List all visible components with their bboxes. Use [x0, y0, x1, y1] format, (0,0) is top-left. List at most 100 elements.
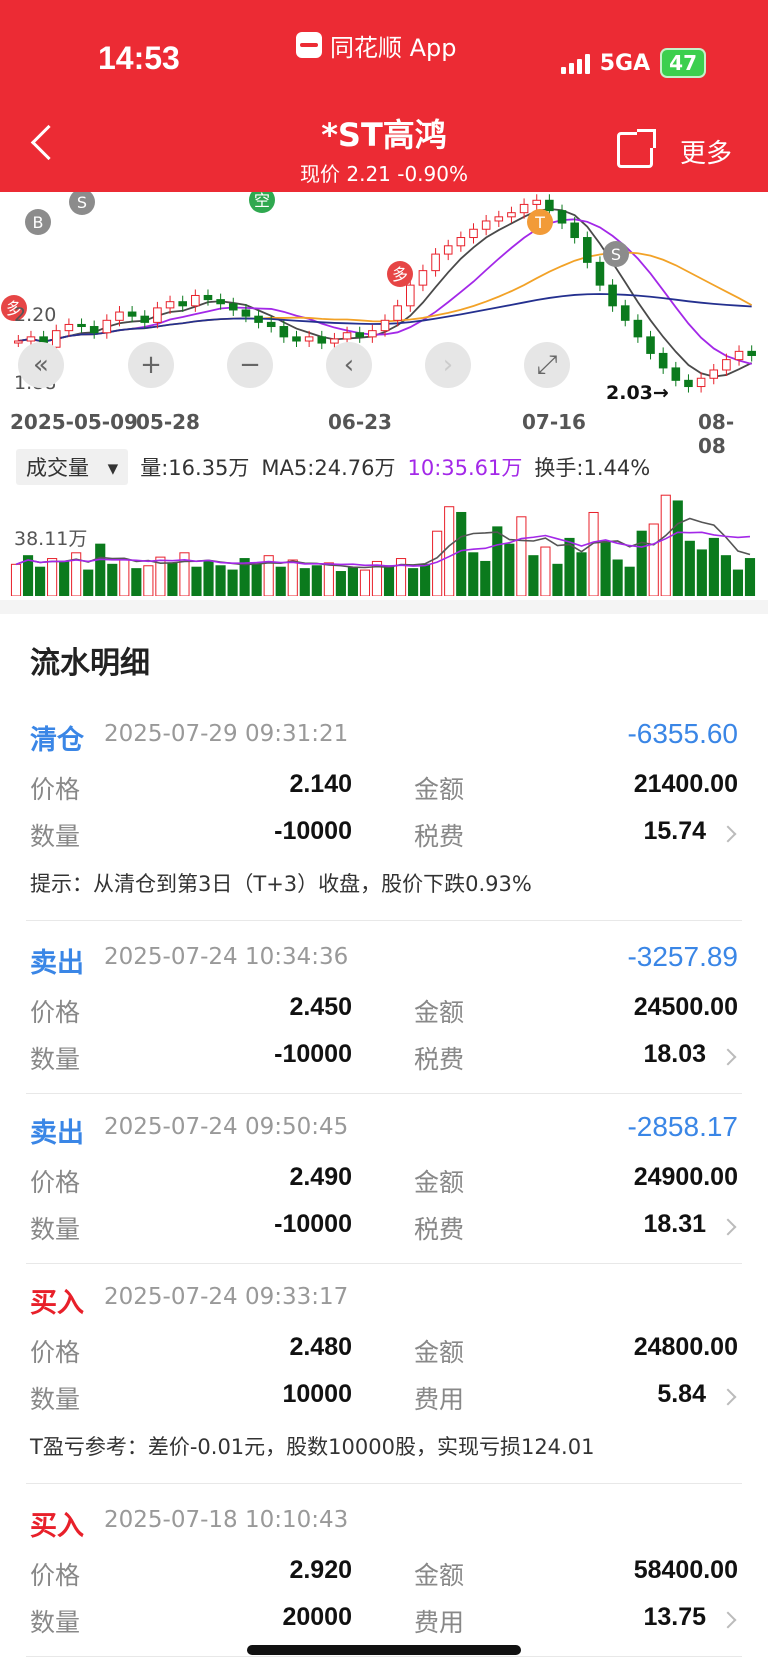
- price-label: 价格: [30, 998, 81, 1027]
- home-indicator[interactable]: [247, 1645, 521, 1655]
- volume-bar: [576, 552, 587, 597]
- kline-chart[interactable]: BS空多TS多 2.20 1.88 2.03→: [0, 187, 768, 430]
- share-icon[interactable]: [617, 129, 656, 168]
- volume-bar: [660, 494, 671, 597]
- qty-label: 数量: [30, 1215, 81, 1244]
- value-label: 金额: [414, 1338, 465, 1367]
- scroll-left-button[interactable]: ‹: [326, 342, 372, 388]
- candle: [191, 294, 200, 307]
- candle: [380, 319, 390, 332]
- txn-tip: T盈亏参考：差价-0.01元，股数10000股，实现亏损124.01: [30, 1435, 595, 1459]
- txn-type: 买入: [30, 1288, 84, 1319]
- volume-bar: [468, 552, 479, 597]
- candle: [734, 350, 744, 361]
- candle: [469, 228, 478, 239]
- divider: [26, 1483, 742, 1484]
- volume-bar: [648, 523, 659, 597]
- price-value: 2.480: [289, 1333, 352, 1361]
- candle: [620, 305, 630, 321]
- value-label: 金额: [414, 1561, 465, 1590]
- price-label: 价格: [30, 1338, 81, 1367]
- chevron-right-icon[interactable]: [719, 825, 737, 843]
- zoom-out-button[interactable]: −: [227, 342, 273, 388]
- volume-bar: [251, 563, 262, 597]
- candle: [266, 321, 276, 328]
- section-gap: [0, 600, 768, 614]
- candle: [456, 237, 466, 247]
- candle: [153, 307, 162, 323]
- svg-text:S: S: [77, 193, 87, 212]
- candle: [89, 326, 99, 334]
- candle: [557, 210, 567, 224]
- candle: [431, 253, 440, 272]
- qty-label: 数量: [30, 1045, 81, 1074]
- volume-bar: [59, 560, 70, 597]
- candle: [658, 352, 668, 369]
- chevron-right-icon[interactable]: [719, 1048, 737, 1066]
- zoom-out-far-button[interactable]: «: [18, 342, 64, 388]
- app-badge[interactable]: 同花顺 App: [296, 30, 457, 62]
- candle: [115, 311, 124, 321]
- indicator-selector[interactable]: 成交量 ▾: [16, 449, 129, 485]
- candle: [51, 330, 61, 348]
- volume-bar: [215, 565, 226, 597]
- volume-bar: [347, 566, 358, 597]
- txn-type: 卖出: [30, 1118, 84, 1149]
- candle: [747, 350, 756, 356]
- ma10-value: 10:35.61万: [407, 456, 523, 480]
- candle: [292, 336, 301, 342]
- chevron-right-icon[interactable]: [719, 1388, 737, 1406]
- chevron-right-icon[interactable]: [719, 1611, 737, 1629]
- volume-axis-label: 38.11万: [14, 528, 88, 550]
- candle: [494, 216, 504, 222]
- volume-bar: [696, 549, 707, 597]
- volume-bar: [684, 540, 695, 597]
- fee-label: 税费: [414, 1215, 465, 1244]
- price-label-mid: 2.20: [14, 304, 57, 326]
- fee-label: 费用: [414, 1608, 465, 1637]
- volume-bar: [732, 569, 744, 597]
- chevron-right-icon[interactable]: [719, 1218, 737, 1236]
- candle: [481, 220, 491, 230]
- candle: [368, 330, 377, 338]
- status-time: 14:53: [98, 40, 180, 76]
- more-button[interactable]: 更多: [680, 133, 732, 170]
- txn-type: 清仓: [30, 725, 84, 756]
- battery-icon: 47: [660, 48, 706, 78]
- volume-bar: [420, 563, 431, 597]
- txn-amount: -3257.89: [627, 941, 738, 972]
- fee-label: 税费: [414, 1045, 465, 1074]
- candle: [684, 379, 693, 388]
- volume-bar: [35, 566, 46, 597]
- trade-marker: S: [603, 241, 629, 267]
- volume-bar: [540, 546, 551, 597]
- candle: [203, 294, 213, 301]
- indicator-selector-label: 成交量: [26, 456, 89, 480]
- fullscreen-button[interactable]: ⤢: [524, 342, 570, 388]
- svg-text:空: 空: [254, 192, 270, 210]
- qty-value: -10000: [274, 1040, 352, 1068]
- ma5-line: [18, 208, 753, 378]
- value-label: 金额: [414, 1168, 465, 1197]
- volume-bar: [672, 500, 683, 597]
- volume-bar: [323, 562, 334, 597]
- candle: [355, 332, 365, 338]
- candle: [405, 284, 415, 307]
- volume-bar: [708, 537, 719, 597]
- price-label: 价格: [30, 775, 81, 804]
- volume-bar: [624, 566, 635, 597]
- scroll-right-button[interactable]: ›: [425, 342, 471, 388]
- fee-label: 费用: [414, 1385, 465, 1414]
- candle: [178, 301, 187, 307]
- volume-bar: [299, 568, 310, 597]
- zoom-in-button[interactable]: +: [128, 342, 174, 388]
- price-value: 2.140: [289, 770, 352, 798]
- candle: [545, 199, 554, 212]
- volume-bar: [444, 506, 455, 597]
- volume-bar: [408, 568, 419, 597]
- volume-legend: 成交量 ▾ 量:16.35万 MA5:24.76万 10:35.61万 换手:1…: [16, 449, 662, 485]
- candle: [608, 284, 617, 307]
- candle: [633, 319, 643, 338]
- qty-label: 数量: [30, 822, 81, 851]
- date-tick: 05-28: [136, 410, 200, 434]
